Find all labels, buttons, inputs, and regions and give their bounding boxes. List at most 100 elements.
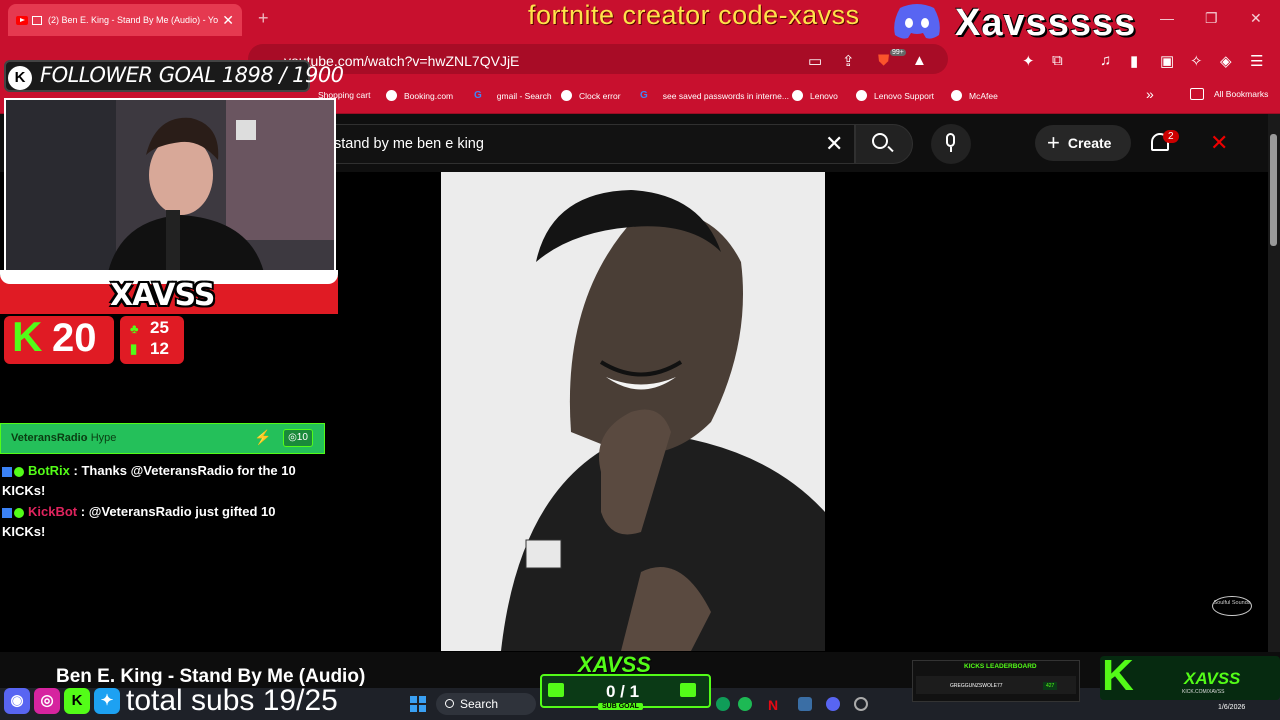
verified-badge-icon <box>14 507 24 518</box>
instagram-icon: ◎ <box>34 688 60 714</box>
webcam-image <box>6 100 334 278</box>
globe-icon <box>561 90 572 101</box>
music-icon[interactable]: ♫ <box>1100 52 1111 69</box>
gift-icon <box>548 683 564 697</box>
cast-icon[interactable]: ▭ <box>808 52 822 70</box>
tab-title: (2) Ben E. King - Stand By Me (Audio) - … <box>48 15 219 25</box>
create-label: Create <box>1067 135 1112 151</box>
chat-username: BotRix <box>28 463 70 478</box>
notification-badge: 2 <box>1163 130 1179 143</box>
tab-close-icon[interactable]: ✕ <box>222 12 234 29</box>
chat-message: BotRix : Thanks @VeteransRadio for the 1… <box>2 461 302 501</box>
bookmark-label: Clock error <box>579 90 621 101</box>
tab-audio-icon <box>32 15 42 25</box>
kick-k-icon: K <box>12 313 43 360</box>
bot-badge-icon <box>2 466 12 477</box>
bookmark-saved-passwords[interactable]: Gsee saved passwords in interne... <box>640 90 789 101</box>
kick-logo-icon: K <box>8 66 32 90</box>
share-icon[interactable]: ⇪ <box>842 52 855 70</box>
hype-count: ◎10 <box>283 429 313 447</box>
hype-username: VeteransRadio <box>11 432 88 444</box>
microphone-icon <box>946 133 955 147</box>
vpn-icon[interactable]: ◈ <box>1220 52 1232 70</box>
bookmark-lenovo[interactable]: Lenovo <box>792 90 838 101</box>
bookmark-lenovo-support[interactable]: Lenovo Support <box>856 90 934 101</box>
microphone-stand <box>950 147 952 152</box>
bookmark-label: McAfee <box>969 90 998 101</box>
sub-goal-label: SUB GOAL <box>598 703 643 710</box>
album-cover-photo <box>441 172 825 651</box>
follower-goal-text: FOLLOWER GOAL 1898 / 1900 <box>40 63 344 87</box>
chat-username: KickBot <box>28 504 78 519</box>
scrollbar-thumb[interactable] <box>1270 134 1277 246</box>
more-bookmarks-button[interactable]: » <box>1146 86 1154 102</box>
all-bookmarks-label: All Bookmarks <box>1214 89 1269 99</box>
brave-shield-icon[interactable]: ⛊ <box>878 52 889 69</box>
edge-icon[interactable] <box>716 697 730 711</box>
minimize-icon[interactable]: — <box>1160 10 1174 26</box>
kick-coin-icon: ◎ <box>288 432 297 443</box>
gift-icon <box>680 683 696 697</box>
netflix-icon[interactable]: N <box>768 697 782 713</box>
browser-tab[interactable]: (2) Ben E. King - Stand By Me (Audio) - … <box>8 4 242 36</box>
rewards-icon[interactable]: ▲ <box>912 52 927 69</box>
menu-icon[interactable]: ☰ <box>1250 52 1263 70</box>
kick-brand-url: KICK.COM/XAVSS <box>1182 689 1225 695</box>
streamer-banner-name: XAVSS <box>110 278 215 313</box>
window-close-icon[interactable]: ✕ <box>1250 10 1262 27</box>
stat-bottom-value: 12 <box>150 339 169 358</box>
sub-goal-value: 0 / 1 <box>606 682 640 701</box>
stat-bottom-row: ▮ 12 <box>130 339 169 359</box>
bookmark-label: gmail - Search <box>496 90 552 101</box>
google-icon: G <box>640 90 648 101</box>
globe-icon <box>386 90 397 101</box>
bookmark-label: Booking.com <box>404 90 454 101</box>
photos-icon[interactable] <box>798 697 812 711</box>
folder-icon <box>1190 88 1204 100</box>
search-query-text[interactable]: stand by me ben e king <box>334 136 484 152</box>
soulful-sounds-watermark: Soulful Sounds <box>1212 596 1252 616</box>
all-bookmarks-button[interactable]: All Bookmarks <box>1190 88 1268 100</box>
new-tab-button[interactable]: + <box>258 8 269 29</box>
kick-brand-name: XAVSS <box>1184 669 1241 688</box>
bookmark-mcafee[interactable]: McAfee <box>951 90 998 101</box>
leaderboard-username: GREGGUNZSWOLE77 <box>950 683 1003 689</box>
leaderboard-title: KICKS LEADERBOARD <box>964 663 1037 670</box>
social-icons: ◉ ◎ K ✦ <box>4 688 124 714</box>
bookmark-label: Lenovo Support <box>874 90 935 101</box>
restore-icon[interactable]: ❐ <box>1205 10 1218 27</box>
hype-label: - Hype <box>84 432 117 444</box>
taskbar-search[interactable]: Search <box>436 693 536 715</box>
sidebar-icon[interactable]: ▮ <box>1130 52 1138 70</box>
youtube-icon <box>16 15 28 25</box>
google-icon: G <box>474 90 482 101</box>
leo-icon[interactable]: ✧ <box>1190 52 1203 70</box>
plus-icon: + <box>1047 130 1060 155</box>
bookmark-gmail[interactable]: Ggmail - Search <box>474 90 552 101</box>
discord-taskbar-icon[interactable] <box>826 697 840 711</box>
discord-social-icon: ◉ <box>4 688 30 714</box>
globe-icon <box>856 90 867 101</box>
reader-icon[interactable]: ⧉ <box>1052 52 1063 69</box>
windows-start-icon[interactable] <box>410 696 426 712</box>
twitter-icon: ✦ <box>94 688 120 714</box>
create-button[interactable]: + Create <box>1035 125 1131 161</box>
shield-count-badge: 99+ <box>890 49 906 56</box>
bookmark-booking[interactable]: Booking.com <box>386 90 453 101</box>
taskbar-date: 1/6/2026 <box>1218 704 1246 711</box>
sub-goal-logo: XAVSS <box>578 652 651 677</box>
obs-icon[interactable] <box>854 697 868 711</box>
bookmark-label: Lenovo <box>810 90 838 101</box>
account-avatar[interactable]: ✕ <box>1210 130 1228 156</box>
followers-icon: ♣ <box>130 320 139 336</box>
wallet-icon[interactable]: ▣ <box>1160 52 1174 70</box>
bot-badge-icon <box>2 507 12 518</box>
spotify-icon[interactable] <box>738 697 752 711</box>
stat-top-row: ♣ 25 <box>130 318 169 338</box>
extensions-icon[interactable]: ✦ <box>1022 52 1035 70</box>
total-subs-text: total subs 19/25 <box>126 684 338 717</box>
discord-icon <box>894 4 940 39</box>
clear-search-icon[interactable]: ✕ <box>825 131 843 157</box>
bookmark-clock-error[interactable]: Clock error <box>561 90 621 101</box>
screen: (2) Ben E. King - Stand By Me (Audio) - … <box>0 0 1280 720</box>
